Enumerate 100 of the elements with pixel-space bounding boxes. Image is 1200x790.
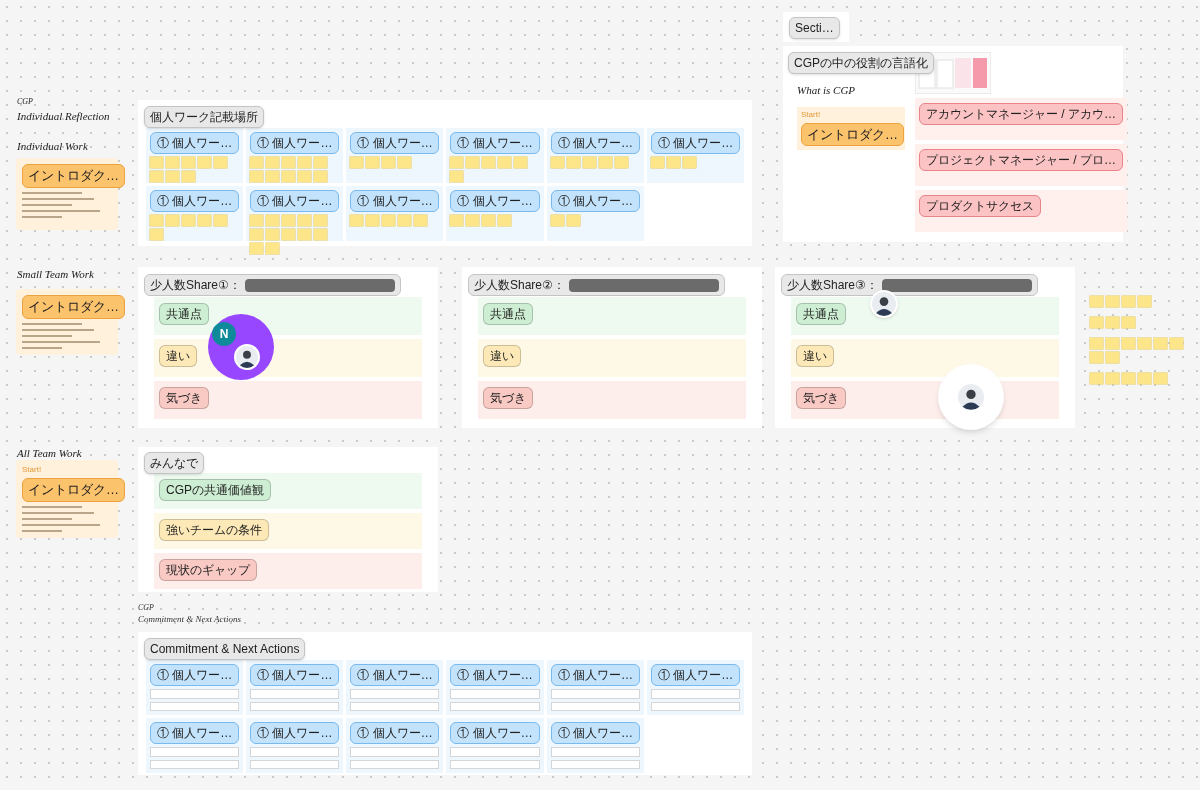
card-title-tag[interactable]: ① 個人ワー… (550, 190, 640, 212)
card-title-tag[interactable]: ① 個人ワー… (250, 132, 340, 154)
card-title-tag[interactable]: ① 個人ワー… (550, 132, 640, 154)
category-tag[interactable]: 違い (483, 345, 521, 367)
category-tag[interactable]: 強いチームの条件 (159, 519, 269, 541)
sticky-note (514, 157, 528, 168)
category-tag[interactable]: 共通点 (483, 303, 533, 325)
sticky-note (1154, 338, 1167, 349)
sticky-note (314, 215, 328, 226)
category-tag[interactable]: 気づき (159, 387, 209, 409)
answer-box[interactable] (150, 747, 240, 757)
card-title-tag[interactable]: ① 個人ワー… (350, 664, 440, 686)
sticky-note (666, 157, 680, 168)
answer-box[interactable] (250, 759, 340, 769)
category-tag[interactable]: CGPの共通価値観 (159, 479, 271, 501)
section-label[interactable]: CGPの中の役割の言語化 (788, 52, 934, 74)
answer-box[interactable] (150, 759, 240, 769)
answer-box[interactable] (350, 689, 440, 699)
card-title-tag[interactable]: ① 個人ワー… (150, 190, 240, 212)
sticky-note (1090, 317, 1103, 328)
category-tag[interactable]: 共通点 (159, 303, 209, 325)
answer-box[interactable] (550, 747, 640, 757)
answer-box[interactable] (150, 689, 240, 699)
card-title-tag[interactable]: ① 個人ワー… (550, 664, 640, 686)
sticky-note (350, 157, 364, 168)
section-label[interactable]: Secti… (789, 17, 840, 39)
answer-box[interactable] (250, 701, 340, 711)
sticky-note (1138, 373, 1151, 384)
card-title-tag[interactable]: ① 個人ワー… (250, 722, 340, 744)
card-title-tag[interactable]: ① 個人ワー… (250, 664, 340, 686)
sticky-note (150, 215, 163, 226)
intro-tag[interactable]: イントロダク… (22, 164, 125, 188)
answer-box[interactable] (150, 701, 240, 711)
section-label[interactable]: みんなで (144, 452, 204, 474)
sticky-note (282, 157, 296, 168)
answer-box[interactable] (450, 747, 540, 757)
answer-box[interactable] (550, 701, 640, 711)
card-title-tag[interactable]: ① 個人ワー… (650, 132, 740, 154)
card-title-tag[interactable]: ① 個人ワー… (450, 722, 540, 744)
sticky-note (466, 215, 480, 226)
answer-box[interactable] (350, 759, 440, 769)
answer-box[interactable] (550, 759, 640, 769)
sticky-note (614, 157, 628, 168)
answer-box[interactable] (350, 747, 440, 757)
card-title-tag[interactable]: ① 個人ワー… (450, 190, 540, 212)
category-tag[interactable]: 違い (159, 345, 197, 367)
card-title-tag[interactable]: ① 個人ワー… (450, 132, 540, 154)
answer-box[interactable] (250, 689, 340, 699)
sticky-note (1122, 338, 1135, 349)
answer-box[interactable] (450, 701, 540, 711)
sticky-note (382, 215, 396, 226)
card-title-tag[interactable]: ① 個人ワー… (350, 132, 440, 154)
card-title-tag[interactable]: ① 個人ワー… (350, 190, 440, 212)
section-label[interactable]: 少人数Share③： (781, 274, 1039, 296)
card-title-tag[interactable]: ① 個人ワー… (250, 190, 340, 212)
answer-box[interactable] (350, 701, 440, 711)
sticky-note (250, 229, 264, 240)
section-label[interactable]: 少人数Share①： (144, 274, 402, 296)
answer-box[interactable] (550, 689, 640, 699)
sticky-note (1170, 338, 1183, 349)
sticky-note (398, 157, 412, 168)
card-title-tag[interactable]: ① 個人ワー… (550, 722, 640, 744)
card-title-tag[interactable]: ① 個人ワー… (150, 132, 240, 154)
card-title-tag[interactable]: ① 個人ワー… (150, 722, 240, 744)
sticky-note (1138, 296, 1151, 307)
card-title-tag[interactable]: ① 個人ワー… (350, 722, 440, 744)
sticky-note (550, 157, 564, 168)
role-tag[interactable]: プロジェクトマネージャー / プロ… (919, 149, 1123, 171)
sticky-note (266, 229, 280, 240)
sticky-note (398, 215, 412, 226)
card-title-tag[interactable]: ① 個人ワー… (650, 664, 740, 686)
handwritten-heading: Individual Work (17, 139, 88, 154)
category-tag[interactable]: 共通点 (796, 303, 846, 325)
sticky-note (350, 215, 364, 226)
intro-tag[interactable]: イントロダク… (22, 295, 125, 319)
role-tag[interactable]: プロダクトサクセス (919, 195, 1041, 217)
sticky-note (166, 157, 179, 168)
section-label[interactable]: 少人数Share②： (468, 274, 726, 296)
intro-tag[interactable]: イントロダク… (801, 122, 904, 146)
card-title-tag[interactable]: ① 個人ワー… (150, 664, 240, 686)
card-title-tag[interactable]: ① 個人ワー… (450, 664, 540, 686)
answer-box[interactable] (650, 701, 740, 711)
section-label[interactable]: 個人ワーク記載場所 (144, 106, 264, 128)
category-tag[interactable]: 違い (796, 345, 834, 367)
category-tag[interactable]: 気づき (796, 387, 846, 409)
small-caption: CGP (138, 604, 154, 612)
sticky-note (1138, 338, 1151, 349)
intro-tag[interactable]: イントロダク… (22, 478, 125, 502)
role-tag[interactable]: アカウントマネージャー / アカウ… (919, 103, 1123, 125)
answer-box[interactable] (650, 689, 740, 699)
category-tag[interactable]: 現状のギャップ (159, 559, 257, 581)
section-label[interactable]: Commitment & Next Actions (144, 638, 306, 660)
sticky-note (582, 157, 596, 168)
sticky-note (182, 171, 195, 182)
sticky-note (298, 215, 312, 226)
answer-box[interactable] (450, 689, 540, 699)
sticky-note (1090, 352, 1103, 363)
answer-box[interactable] (450, 759, 540, 769)
answer-box[interactable] (250, 747, 340, 757)
category-tag[interactable]: 気づき (483, 387, 533, 409)
